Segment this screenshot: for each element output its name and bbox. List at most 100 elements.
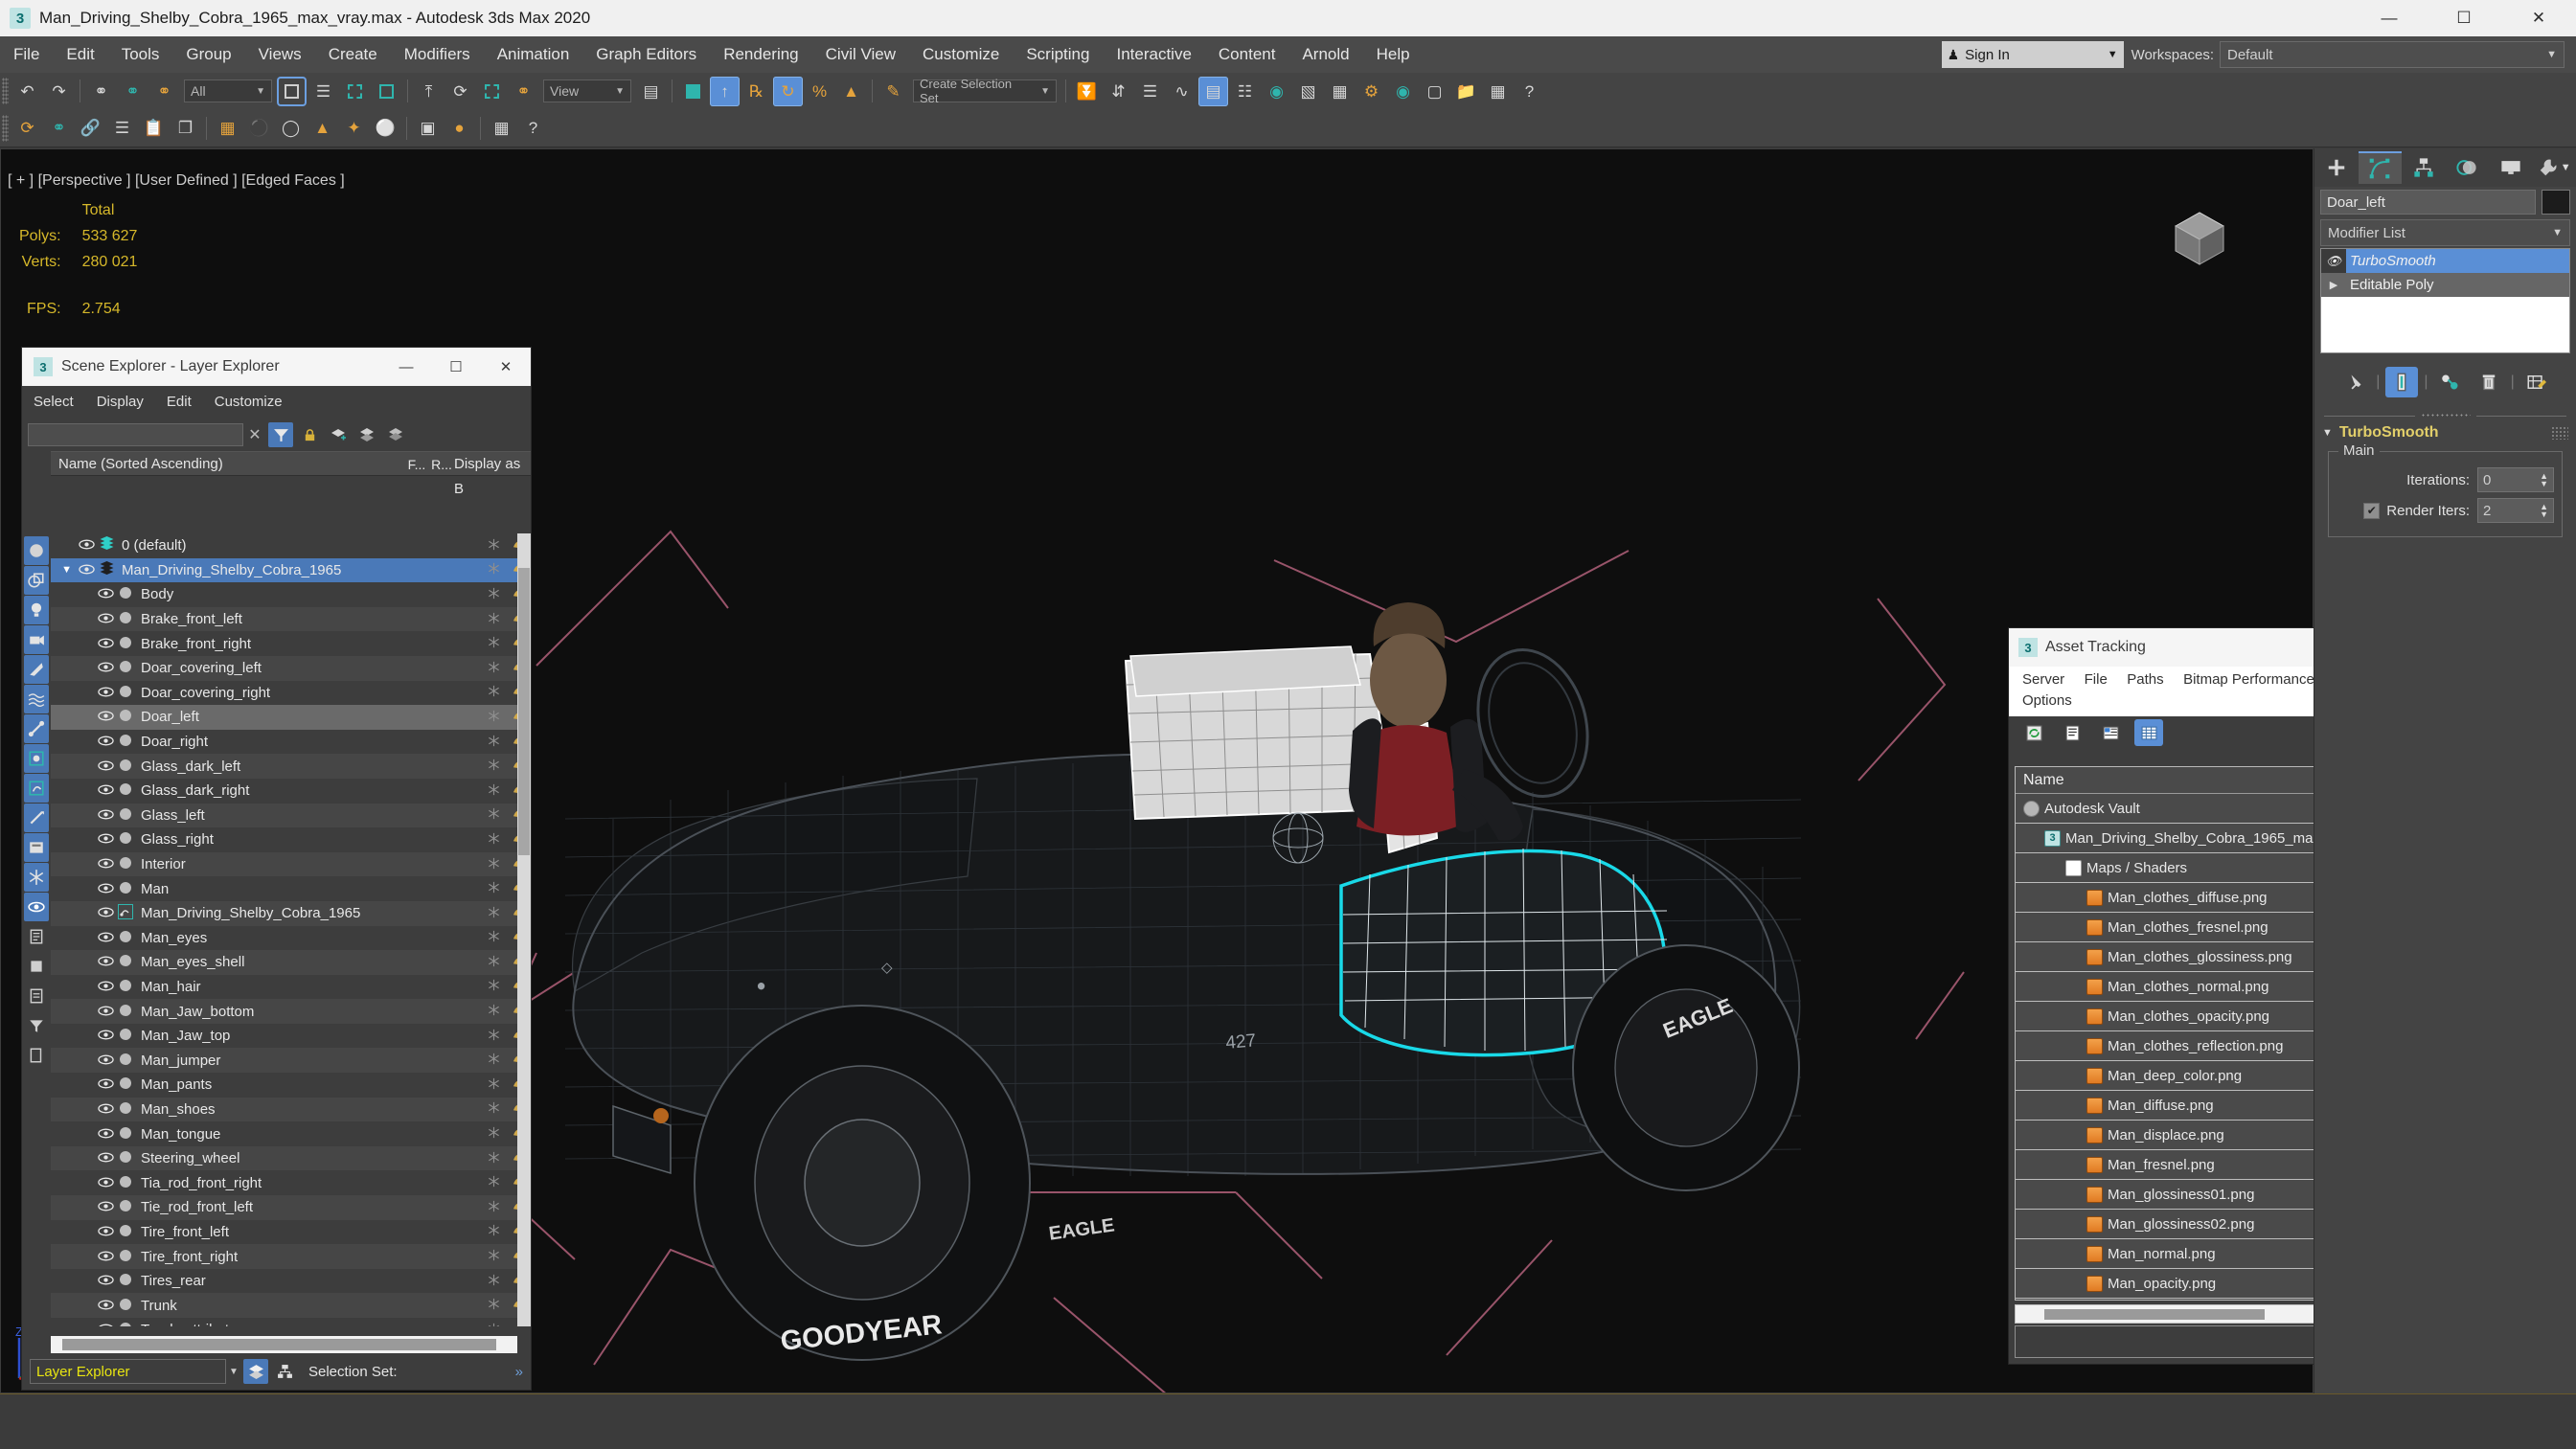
frozen-cell-icon[interactable] xyxy=(481,710,506,725)
visibility-eye-icon[interactable] xyxy=(95,1029,116,1043)
visibility-eye-icon[interactable] xyxy=(95,1225,116,1239)
configure-modifier-sets-icon[interactable] xyxy=(2520,367,2553,397)
close-icon[interactable]: ✕ xyxy=(2501,0,2576,36)
select-link-2-icon[interactable]: ⚭ xyxy=(44,113,74,143)
layer-row[interactable]: Man_Jaw_bottom xyxy=(51,999,531,1024)
visibility-eye-icon[interactable] xyxy=(95,857,116,872)
frozen-cell-icon[interactable] xyxy=(481,1151,506,1166)
visibility-eye-icon[interactable] xyxy=(95,808,116,823)
frozen-cell-icon[interactable] xyxy=(481,1029,506,1044)
menu-scripting[interactable]: Scripting xyxy=(1013,36,1103,73)
visibility-eye-icon[interactable] xyxy=(95,612,116,626)
layer-row[interactable]: Tire_front_right xyxy=(51,1244,531,1269)
frozen-cell-icon[interactable] xyxy=(481,636,506,651)
asset-menu-server[interactable]: Server xyxy=(2015,671,2072,688)
select-object-icon[interactable] xyxy=(277,77,307,106)
layer-row[interactable]: Trunk_attributes xyxy=(51,1318,531,1326)
frozen-cell-icon[interactable] xyxy=(481,538,506,554)
layer-row[interactable]: Brake_front_left xyxy=(51,606,531,632)
layer-row[interactable]: Man_pants xyxy=(51,1073,531,1098)
align-icon[interactable]: ⇵ xyxy=(1104,77,1133,106)
cone-primitive-icon[interactable]: ▲ xyxy=(308,113,337,143)
pin-stack-icon[interactable] xyxy=(2337,367,2370,397)
containers-filter-icon[interactable] xyxy=(24,833,49,862)
visibility-eye-icon[interactable] xyxy=(95,710,116,724)
iterations-spinner[interactable]: 0 ▲ ▼ xyxy=(2477,467,2554,492)
particles-filter-icon[interactable] xyxy=(24,744,49,773)
select-rotate-icon[interactable]: ⟳ xyxy=(445,77,475,106)
select-link-icon[interactable]: ⚭ xyxy=(86,77,116,106)
menu-content[interactable]: Content xyxy=(1205,36,1289,73)
layer-row[interactable]: Doar_covering_left xyxy=(51,655,531,681)
render-production-icon[interactable]: ⚙ xyxy=(1356,77,1386,106)
frozen-cell-icon[interactable] xyxy=(481,612,506,627)
frozen-cell-icon[interactable] xyxy=(481,1077,506,1093)
scene-explorer-window[interactable]: 3 Scene Explorer - Layer Explorer — ☐ ✕ … xyxy=(21,347,532,1391)
visibility-eye-icon[interactable] xyxy=(95,661,116,675)
paste-icon[interactable]: 📋 xyxy=(139,113,169,143)
visibility-eye-icon[interactable] xyxy=(95,686,116,700)
schematic-view-icon[interactable]: ☷ xyxy=(1230,77,1260,106)
bones-filter-icon[interactable] xyxy=(24,714,49,743)
modifier-visibility-icon[interactable]: 👁 xyxy=(2321,249,2346,273)
rect-select-region-icon[interactable] xyxy=(340,77,370,106)
mirror-tool-icon[interactable]: ⏬ xyxy=(1072,77,1102,106)
frozen-cell-icon[interactable] xyxy=(481,1200,506,1215)
visibility-eye-icon[interactable] xyxy=(95,1250,116,1264)
frozen-cell-icon[interactable] xyxy=(481,758,506,774)
hierarchy-tab[interactable] xyxy=(2402,151,2446,184)
overflow-chevrons-icon[interactable]: » xyxy=(515,1364,523,1380)
project-folder-icon[interactable]: 📁 xyxy=(1451,77,1481,106)
modifier-stack-item-turbosmooth[interactable]: 👁 TurboSmooth xyxy=(2321,249,2569,273)
selection-set-combo[interactable]: Create Selection Set ▼ xyxy=(913,77,1057,105)
groups-filter-icon[interactable] xyxy=(24,804,49,832)
menu-animation[interactable]: Animation xyxy=(484,36,583,73)
frozen-cell-icon[interactable] xyxy=(481,955,506,970)
layer-row[interactable]: Glass_dark_right xyxy=(51,779,531,804)
redo-icon[interactable]: ↷ xyxy=(44,77,74,106)
visibility-eye-icon[interactable] xyxy=(95,1299,116,1313)
remove-modifier-icon[interactable] xyxy=(2473,367,2505,397)
menu-help[interactable]: Help xyxy=(1363,36,1424,73)
help-icon[interactable]: ? xyxy=(1515,77,1544,106)
layer-row[interactable]: Doar_right xyxy=(51,730,531,755)
frozen-cell-icon[interactable] xyxy=(481,1224,506,1239)
angle-snap-icon[interactable]: ↑ xyxy=(710,76,740,106)
layer-row[interactable]: Man_tongue xyxy=(51,1121,531,1146)
modifier-stack[interactable]: 👁 TurboSmooth ▶ Editable Poly xyxy=(2320,248,2570,353)
frozen-cell-icon[interactable] xyxy=(481,1298,506,1313)
visibility-eye-icon[interactable] xyxy=(95,1176,116,1190)
menu-modifiers[interactable]: Modifiers xyxy=(391,36,484,73)
layer-row[interactable]: 0 (default) xyxy=(51,533,531,558)
menu-graph-editors[interactable]: Graph Editors xyxy=(582,36,710,73)
scene-explorer-vertical-scrollbar[interactable] xyxy=(517,533,531,1326)
scene-explorer-menu-edit[interactable]: Edit xyxy=(155,386,203,419)
workspace-select[interactable]: Default ▼ xyxy=(2220,41,2565,68)
grid-view-icon[interactable] xyxy=(2134,719,2163,746)
visibility-eye-icon[interactable] xyxy=(95,759,116,774)
menu-create[interactable]: Create xyxy=(315,36,391,73)
frozen-cell-icon[interactable] xyxy=(481,735,506,750)
create-tab[interactable] xyxy=(2314,151,2359,184)
visibility-eye-icon[interactable] xyxy=(76,538,97,553)
scene-explorer-minimize-icon[interactable]: — xyxy=(381,348,431,386)
selection-filter-select[interactable]: All ▼ xyxy=(184,79,272,102)
layer-row[interactable]: ▼ Man_Driving_Shelby_Cobra_1965 xyxy=(51,557,531,583)
percent-snap-icon[interactable]: ℞ xyxy=(741,77,771,106)
frozen-filter-icon[interactable] xyxy=(24,863,49,892)
bind-space-warp-icon[interactable]: ⚭ xyxy=(149,77,179,106)
show-end-result-icon[interactable] xyxy=(2385,367,2419,397)
list-view-icon[interactable] xyxy=(2058,719,2086,746)
asset-menu-options[interactable]: Options xyxy=(2015,692,2080,709)
maximize-icon[interactable]: ☐ xyxy=(2427,0,2501,36)
select-by-name-icon[interactable]: ☰ xyxy=(308,77,338,106)
layer-row[interactable]: Glass_dark_left xyxy=(51,754,531,779)
reference-coord-select[interactable]: View ▼ xyxy=(543,79,631,102)
layer-row[interactable]: Man_shoes xyxy=(51,1097,531,1122)
layer-row[interactable]: Brake_front_right xyxy=(51,631,531,656)
frozen-cell-icon[interactable] xyxy=(481,1274,506,1289)
column-render[interactable]: R... xyxy=(429,452,454,475)
frozen-cell-icon[interactable] xyxy=(481,930,506,945)
render-iterative-icon[interactable]: ◉ xyxy=(1388,77,1418,106)
shapes-filter-icon[interactable] xyxy=(24,566,49,595)
